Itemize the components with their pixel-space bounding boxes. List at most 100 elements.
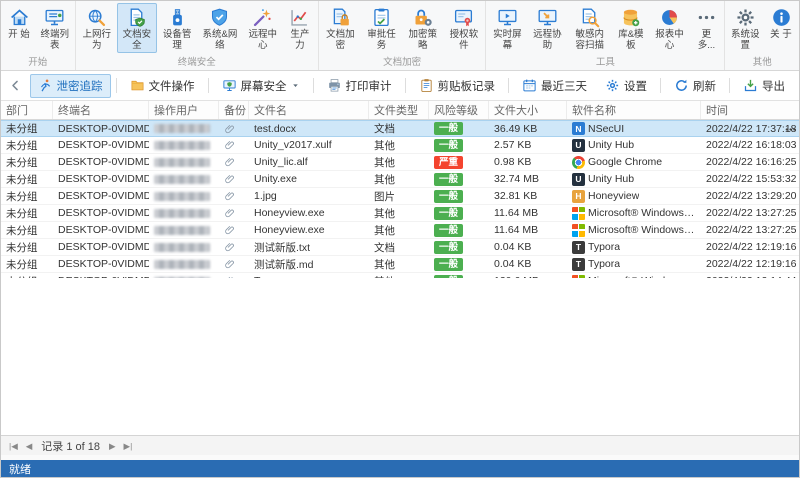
toolbar-button-leak-trace[interactable]: 泄密追踪	[29, 73, 111, 98]
software-name: Typora	[588, 258, 621, 270]
toolbar-button-settings[interactable]: 设置	[597, 74, 655, 98]
table-row[interactable]: 未分组 DESKTOP-0VIDMDJ Honeyview.exe 其他 一般 11.64…	[1, 205, 799, 222]
ribbon-item-approval-task[interactable]: 审批任务	[361, 3, 402, 53]
cell-operator	[149, 256, 219, 272]
toolbar-button-label: 文件操作	[148, 80, 195, 93]
cell-filetype: 其他	[374, 258, 395, 271]
ribbon-item-report-center[interactable]: 报表中心	[650, 3, 690, 53]
cell-backup	[219, 273, 249, 278]
ribbon-group-label: 开始	[28, 57, 48, 68]
table-row[interactable]: 未分组 DESKTOP-0VIDMDJ 1.jpg 图片 一般 32.81 KB H Hone…	[1, 188, 799, 205]
pager-prev-button[interactable]: ◀	[24, 439, 35, 453]
cell-time: 2022/4/22 15:53:32	[706, 173, 797, 185]
toolbar-button-recent-days[interactable]: 最近三天	[514, 74, 595, 98]
file-name: 测试新版.md	[254, 258, 314, 271]
toolbar-button-screen-security[interactable]: 屏幕安全	[214, 74, 308, 98]
column-header-operator[interactable]: 操作用户	[149, 101, 219, 119]
cell-filetype: 其他	[374, 224, 395, 237]
ribbon-group-label: 工具	[595, 57, 615, 68]
toolbar-button-label: 打印审计	[345, 80, 392, 93]
toolbar-button-file-operation[interactable]: 文件操作	[122, 74, 203, 98]
ribbon-item-licensed-software[interactable]: 授权软件	[443, 3, 484, 53]
cell-time: 2022/4/22 12:19:16	[706, 241, 797, 253]
honeyview-app-icon: H	[572, 189, 585, 203]
table-row[interactable]: 未分组DESKTOP-0VIDMDJ Typora.exe 其他 一般 130.6 MB…	[1, 273, 799, 278]
ribbon-item-library-template[interactable]: 库&模板	[612, 3, 649, 53]
risk-badge: 一般	[434, 257, 464, 271]
ribbon-item-more[interactable]: 更多...	[689, 3, 723, 53]
column-header-filetype[interactable]: 文件类型	[369, 101, 429, 119]
cell-department: 未分组	[6, 156, 38, 169]
back-button[interactable]	[7, 75, 25, 97]
ribbon-item-live-screen[interactable]: 实时屏幕	[487, 3, 527, 53]
ribbon-item-document-encrypt[interactable]: 文档加密	[320, 3, 361, 53]
ribbon-item-terminal-list[interactable]: 终端列表	[36, 3, 74, 53]
ribbon-item-encrypt-policy[interactable]: 加密策略	[402, 3, 443, 53]
ribbon-group-label: 其他	[752, 57, 772, 68]
ribbon-item-sensitive-scan[interactable]: 敏感内容扫描	[567, 3, 612, 53]
cell-department: 未分组	[6, 207, 38, 220]
cell-department: 未分组	[6, 139, 38, 152]
table-row[interactable]: 未分组 DESKTOP-0VIDMDJ Unity.exe 其他 一般 32.74 MB U…	[1, 171, 799, 188]
column-header-time[interactable]: 时间	[701, 101, 800, 119]
about-icon	[771, 7, 792, 28]
column-header-risk[interactable]: 风险等级	[429, 101, 489, 119]
software-name: Typora	[588, 241, 621, 253]
cell-operator	[149, 137, 219, 153]
column-header-department[interactable]: 部门	[1, 101, 53, 119]
pager-last-button[interactable]: ▶|	[122, 439, 135, 453]
column-header-filename[interactable]: 文件名	[249, 101, 369, 119]
column-header-software[interactable]: 软件名称	[567, 101, 701, 119]
cell-terminal: DESKTOP-0VIDMDJ	[58, 258, 149, 270]
cell-filesize: 32.81 KB	[494, 190, 538, 202]
column-header-backup[interactable]: 备份	[219, 101, 249, 119]
table-row[interactable]: 未分组 DESKTOP-0VIDMDJ Honeyview.exe 其他 一般 11.64…	[1, 222, 799, 239]
toolbar-button-print-audit[interactable]: 打印审计	[319, 74, 400, 98]
column-header-filesize[interactable]: 文件大小	[489, 101, 567, 119]
cell-software: U Unity Hub	[567, 137, 701, 153]
ribbon-item-productivity[interactable]: 生产力	[283, 3, 317, 53]
ribbon-item-about[interactable]: 关 于	[764, 3, 798, 43]
column-header-terminal[interactable]: 终端名	[53, 101, 149, 119]
cell-filesize: 0.04 KB	[494, 258, 532, 270]
table-row[interactable]: 未分组 DESKTOP-0VIDMDJ test.docx 文档 一般 36.49 KB N…	[1, 120, 799, 137]
toolbar-button-refresh[interactable]: 刷新	[666, 74, 724, 98]
table-row[interactable]: 未分组 DESKTOP-0VIDMDJ Unity_lic.alf 其他 严重 0.98 …	[1, 154, 799, 171]
ribbon-group-items: 开 始终端列表	[2, 3, 74, 56]
row-actions-button[interactable]	[784, 123, 797, 136]
table-row[interactable]: 未分组 DESKTOP-0VIDMDJ 测试新版.md 其他 一般 0.04 KB T Typ…	[1, 256, 799, 273]
toolbar-button-clipboard-record[interactable]: 剪贴板记录	[411, 74, 504, 98]
ribbon-item-home[interactable]: 开 始	[2, 3, 36, 43]
pager-first-button[interactable]: |◀	[7, 439, 20, 453]
cell-backup	[219, 188, 249, 204]
ribbon-item-system-network[interactable]: 系统&网络	[197, 3, 242, 53]
cell-time: 2022/4/22 16:18:03	[706, 139, 797, 151]
table-row[interactable]: 未分组 DESKTOP-0VIDMDJ 测试新版.txt 文档 一般 0.04 KB T Ty…	[1, 239, 799, 256]
toolbar-button-export[interactable]: 导出	[735, 74, 793, 98]
ribbon-item-remote-assist[interactable]: 远程协助	[527, 3, 567, 53]
file-name: Honeyview.exe	[254, 207, 325, 219]
caret-down-icon	[291, 81, 300, 90]
ribbon-item-web-behavior[interactable]: 上网行为	[77, 3, 117, 53]
software-name: Honeyview	[588, 190, 640, 202]
ribbon-item-label: 关 于	[770, 29, 792, 40]
cell-risk: 一般	[429, 222, 489, 238]
ribbon: 开 始终端列表 开始 上网行为 文档安全 设备管理 系统&网络 远程中心 生产力 终端安全 文档加…	[1, 1, 799, 71]
cell-terminal: DESKTOP-0VIDMDJ	[58, 224, 149, 236]
ribbon-item-remote-center[interactable]: 远程中心	[243, 3, 283, 53]
grid-body: 未分组 DESKTOP-0VIDMDJ test.docx 文档 一般 36.49 KB N…	[1, 120, 799, 278]
device-manage-icon	[167, 7, 188, 28]
ribbon-item-device-manage[interactable]: 设备管理	[157, 3, 197, 53]
ribbon-item-system-settings[interactable]: 系统设置	[726, 3, 764, 53]
recent-days-icon	[522, 78, 537, 93]
app-window: 开 始终端列表 开始 上网行为 文档安全 设备管理 系统&网络 远程中心 生产力 终端安全 文档加…	[0, 0, 800, 478]
table-row[interactable]: 未分组 DESKTOP-0VIDMDJ Unity_v2017.xulf 其他 一般 2.…	[1, 137, 799, 154]
pager-next-button[interactable]: ▶	[107, 439, 118, 453]
ribbon-item-document-security[interactable]: 文档安全	[116, 3, 158, 54]
back-arrow-icon	[8, 78, 23, 93]
cell-backup	[219, 256, 249, 272]
approval-task-icon	[371, 7, 392, 28]
toolbar-separator	[404, 78, 406, 93]
grid-header: 部门 终端名 操作用户 备份 文件名 文件类型 风险等级 文件大小 软件名称 时间	[1, 101, 799, 120]
screen-security-icon	[222, 78, 237, 93]
